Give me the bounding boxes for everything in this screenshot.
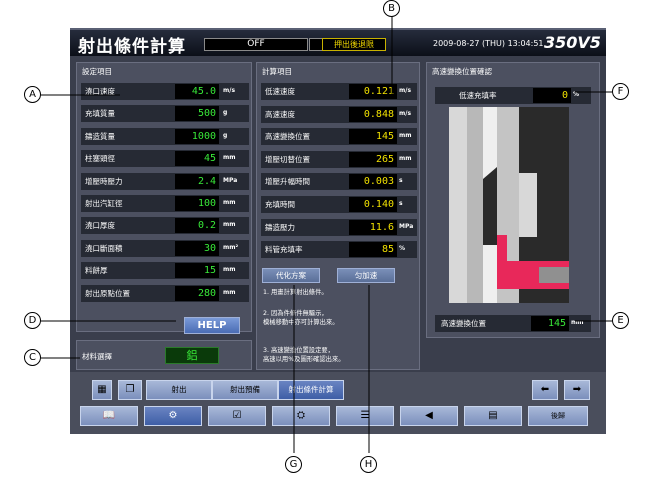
screen: 射出條件計算 OFF 押出後退限 2009-08-27 (THU) 13:04:…: [0, 0, 650, 477]
callout-d: D: [24, 312, 41, 329]
callout-a: A: [24, 86, 41, 103]
callout-c: C: [24, 349, 41, 366]
callout-b: B: [383, 0, 400, 17]
callout-lines: [41, 14, 612, 453]
callout-f: F: [612, 83, 629, 100]
callout-e: E: [612, 312, 629, 329]
callout-h: H: [360, 456, 377, 473]
callout-g: G: [285, 456, 302, 473]
